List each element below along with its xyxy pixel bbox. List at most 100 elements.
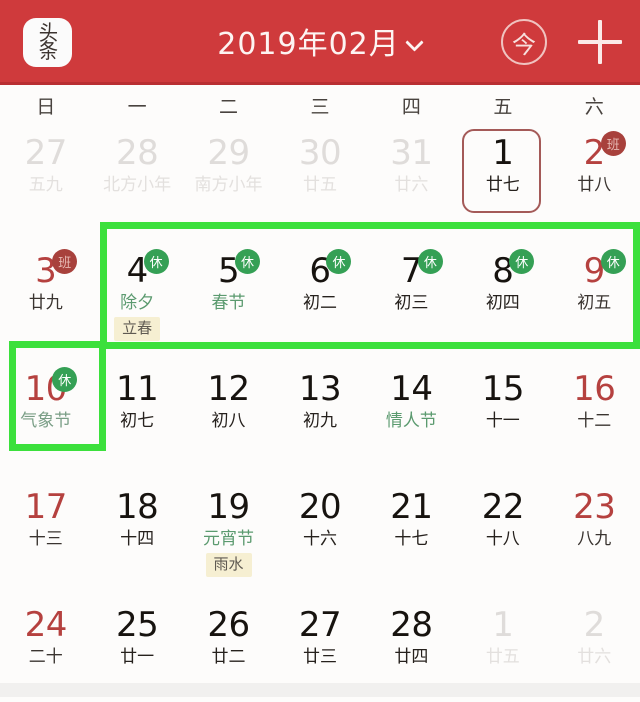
day-cell-13[interactable]: 13 初九 <box>274 361 365 479</box>
day-cell-17[interactable]: 17 十三 <box>0 479 91 597</box>
calendar-grid: 27 五九 28 北方小年 29 南方小年 30 廿五 31 廿六 1 廿七班 2 廿八班 3 廿九休 4 除夕立… <box>0 125 640 702</box>
calendar-week-row: 休 10 气象节 11 初七 12 初八 13 初九 14 情人节 15 十一 16 十二 <box>0 361 640 479</box>
day-cell-6[interactable]: 休 6 初二 <box>274 243 365 361</box>
day-number: 27 <box>298 605 342 645</box>
toutiao-logo[interactable]: 头 条 <box>23 18 72 67</box>
day-number: 1 <box>492 605 514 645</box>
day-number: 2 <box>583 605 606 645</box>
add-event-button[interactable] <box>578 20 622 64</box>
day-number: 13 <box>298 369 342 409</box>
weekday-thu: 四 <box>401 95 421 118</box>
lunar-or-festival-label: 初四 <box>485 293 520 313</box>
day-number: 15 <box>481 369 525 409</box>
toutiao-logo-text: 头 条 <box>38 23 57 63</box>
day-number: 26 <box>207 605 250 645</box>
day-number: 20 <box>298 487 342 527</box>
lunar-or-festival-label: 十七 <box>394 529 429 549</box>
lunar-or-festival-label: 气象节 <box>20 411 72 431</box>
page-title[interactable]: 2019年02月 <box>217 19 400 63</box>
chevron-down-icon[interactable] <box>406 36 423 53</box>
lunar-or-festival-label: 初八 <box>211 411 246 431</box>
weekday-sun: 日 <box>36 95 56 118</box>
day-cell-3[interactable]: 班 3 廿九 <box>0 243 91 361</box>
logo-line-2: 条 <box>38 38 57 63</box>
day-cell-14[interactable]: 14 情人节 <box>366 361 457 479</box>
lunar-or-festival-label: 十八 <box>485 529 520 549</box>
lunar-or-festival-label: 廿四 <box>394 647 429 667</box>
day-cell-8[interactable]: 休 8 初四 <box>457 243 548 361</box>
solar-term-tag: 雨水 <box>205 553 252 577</box>
rest-day-badge: 休 <box>235 249 261 274</box>
day-number: 23 <box>573 487 616 527</box>
lunar-or-festival-label: 十二 <box>577 411 612 431</box>
lunar-or-festival-label: 北方小年 <box>103 175 172 195</box>
day-cell-11[interactable]: 11 初七 <box>91 361 182 479</box>
rest-day-badge: 休 <box>600 249 626 274</box>
day-number: 18 <box>116 487 159 527</box>
weekday-wed: 三 <box>310 95 330 118</box>
day-cell-18[interactable]: 18 十四 <box>91 479 182 597</box>
lunar-or-festival-label: 春节 <box>211 293 246 313</box>
lunar-or-festival-label: 廿八 <box>577 175 612 195</box>
day-cell-21[interactable]: 21 十七 <box>366 479 457 597</box>
day-cell-30[interactable]: 30 廿五 <box>274 125 365 243</box>
rest-day-badge: 休 <box>143 249 169 274</box>
day-cell-2[interactable]: 班 2 廿八 <box>549 125 640 243</box>
day-cell-10[interactable]: 休 10 气象节 <box>0 361 91 479</box>
day-cell-20[interactable]: 20 十六 <box>274 479 365 597</box>
day-cell-29[interactable]: 29 南方小年 <box>183 125 274 243</box>
lunar-or-festival-label: 十四 <box>120 529 155 549</box>
lunar-or-festival-label: 初九 <box>302 411 337 431</box>
lunar-or-festival-label: 廿六 <box>577 647 612 667</box>
lunar-or-festival-label: 廿五 <box>302 175 337 195</box>
day-number: 11 <box>116 369 159 409</box>
rest-day-badge: 休 <box>509 249 535 274</box>
lunar-or-festival-label: 初五 <box>577 293 612 313</box>
day-cell-12[interactable]: 12 初八 <box>183 361 274 479</box>
day-cell-5[interactable]: 休 5 春节 <box>183 243 274 361</box>
day-cell-1[interactable]: 1 廿七 <box>457 125 548 243</box>
lunar-or-festival-label: 廿九 <box>28 293 63 313</box>
weekday-tue: 二 <box>219 95 239 118</box>
day-number: 16 <box>573 369 616 409</box>
calendar-week-row: 班 3 廿九休 4 除夕 立春休 5 春节休 6 初二休 7 初三休 8 初四休 9 初五 <box>0 243 640 361</box>
calendar-week-row: 27 五九 28 北方小年 29 南方小年 30 廿五 31 廿六 1 廿七班 2 廿八 <box>0 125 640 243</box>
solar-term-tag: 立春 <box>114 317 161 341</box>
day-cell-22[interactable]: 22 十八 <box>457 479 548 597</box>
lunar-or-festival-label: 廿一 <box>120 647 155 667</box>
weekday-sat: 六 <box>584 95 604 118</box>
lunar-or-festival-label: 二十 <box>28 647 63 667</box>
app-header: 头 条 2019年02月 今 <box>0 0 640 85</box>
day-cell-23[interactable]: 23 八九 <box>549 479 640 597</box>
day-number: 28 <box>116 133 159 173</box>
day-cell-28[interactable]: 28 北方小年 <box>91 125 182 243</box>
rest-day-badge: 休 <box>52 367 78 392</box>
weekday-header: 日 一 二 三 四 五 六 <box>0 85 640 125</box>
lunar-or-festival-label: 十六 <box>302 529 337 549</box>
day-cell-4[interactable]: 休 4 除夕 立春 <box>91 243 182 361</box>
lunar-or-festival-label: 十三 <box>28 529 63 549</box>
day-cell-9[interactable]: 休 9 初五 <box>549 243 640 361</box>
day-cell-15[interactable]: 15 十一 <box>457 361 548 479</box>
day-number: 24 <box>24 605 68 645</box>
lunar-or-festival-label: 初七 <box>120 411 155 431</box>
day-cell-31[interactable]: 31 廿六 <box>366 125 457 243</box>
lunar-or-festival-label: 南方小年 <box>194 175 263 195</box>
lunar-or-festival-label: 情人节 <box>385 411 437 431</box>
lunar-or-festival-label: 初二 <box>302 293 337 313</box>
lunar-or-festival-label: 八九 <box>577 529 612 549</box>
day-cell-19[interactable]: 19 元宵节雨水 <box>183 479 274 597</box>
lunar-or-festival-label: 廿二 <box>211 647 246 667</box>
work-day-badge: 班 <box>52 249 78 274</box>
lunar-or-festival-label: 元宵节 <box>203 529 255 549</box>
today-button[interactable]: 今 <box>501 19 547 65</box>
day-cell-27[interactable]: 27 五九 <box>0 125 91 243</box>
lunar-or-festival-label: 廿七 <box>485 175 520 195</box>
day-number: 30 <box>298 133 342 173</box>
day-number: 28 <box>390 605 433 645</box>
day-number: 1 <box>492 133 514 173</box>
day-cell-16[interactable]: 16 十二 <box>549 361 640 479</box>
day-cell-7[interactable]: 休 7 初三 <box>366 243 457 361</box>
day-number: 17 <box>24 487 68 527</box>
day-number: 19 <box>207 487 250 527</box>
